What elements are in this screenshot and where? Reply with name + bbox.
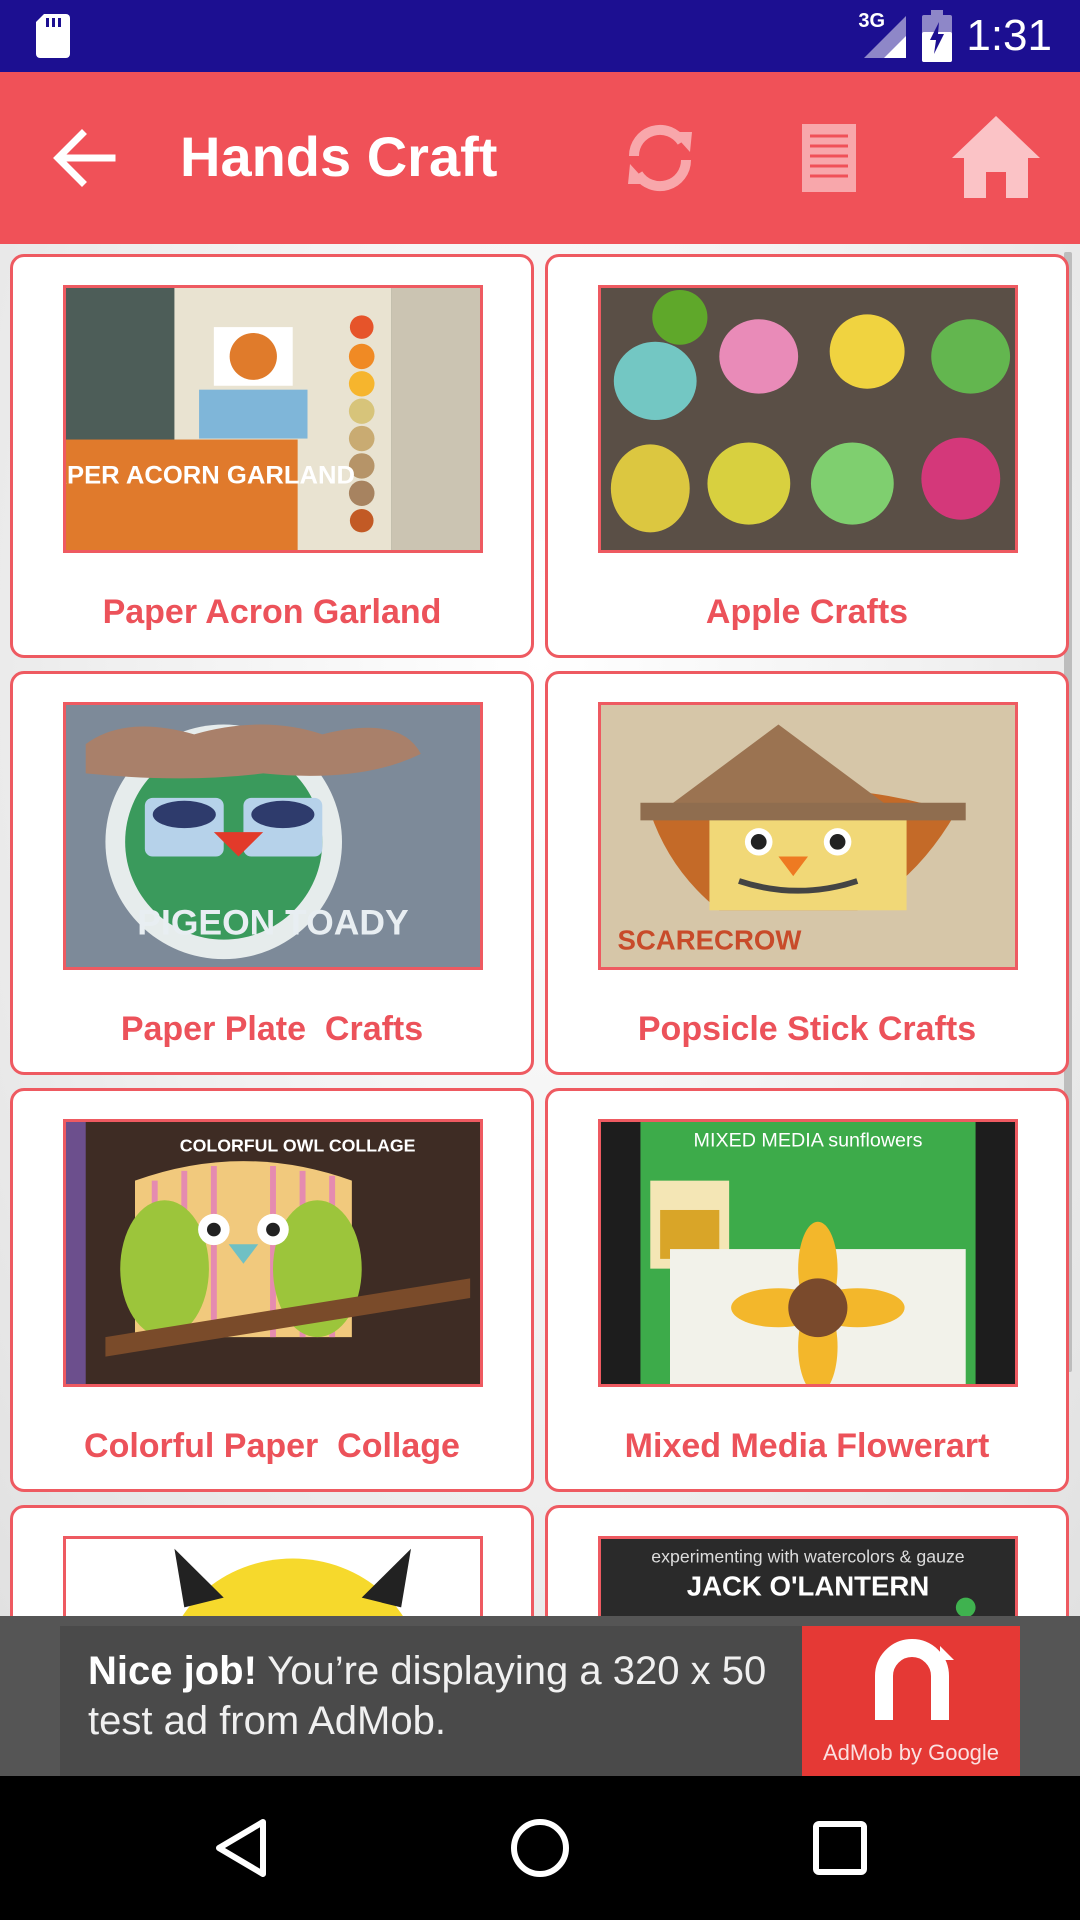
craft-thumbnail — [63, 1536, 483, 1616]
craft-thumbnail: PIGEON TOADY — [63, 702, 483, 970]
craft-label: Apple Crafts — [705, 593, 909, 631]
nav-back-icon[interactable] — [205, 1812, 277, 1884]
craft-label: Popsicle Stick Crafts — [637, 1010, 977, 1048]
ad-brand: AdMob by Google — [822, 1740, 1000, 1765]
craft-label: Paper Acron Garland — [102, 593, 442, 631]
craft-card-apple-crafts[interactable]: Apple Crafts — [545, 254, 1069, 658]
refresh-icon[interactable] — [612, 110, 708, 206]
back-arrow-icon[interactable] — [52, 126, 118, 190]
status-bar: 3G 1:31 — [0, 0, 1080, 72]
craft-grid: PAPER ACORN GARLAND Paper Acron Garland … — [0, 244, 1080, 1616]
sd-card-icon — [36, 14, 70, 58]
thumb-text: MIXED MEDIA sunflowers — [694, 1130, 923, 1152]
thumb-text: PIGEON TOADY — [137, 904, 408, 943]
ad-content[interactable]: Nice job! You’re displaying a 320 x 50 t… — [60, 1626, 1020, 1776]
craft-card-pikachu[interactable] — [10, 1505, 534, 1616]
craft-thumbnail: MIXED MEDIA sunflowers — [598, 1119, 1018, 1387]
craft-label: Colorful Paper Collage — [84, 1427, 460, 1465]
page-title: Hands Craft — [180, 125, 498, 188]
nav-home-icon[interactable] — [504, 1812, 576, 1884]
signal-icon: 3G — [858, 10, 908, 60]
thumb-text: COLORFUL OWL COLLAGE — [180, 1135, 416, 1155]
craft-label: Paper Plate Crafts — [120, 1010, 424, 1048]
battery-icon — [922, 10, 953, 62]
clock: 1:31 — [966, 11, 1052, 60]
admob-logo: AdMob by Google — [802, 1626, 1020, 1776]
craft-card-colorful-paper-collage[interactable]: COLORFUL OWL COLLAGE Colorful Paper Coll… — [10, 1088, 534, 1492]
craft-card-mixed-media-flowerart[interactable]: MIXED MEDIA sunflowers Mixed Media Flowe… — [545, 1088, 1069, 1492]
craft-thumbnail: experimenting with watercolors & gauze J… — [598, 1536, 1018, 1616]
home-icon[interactable] — [948, 110, 1044, 206]
craft-card-paper-acron-garland[interactable]: PAPER ACORN GARLAND Paper Acron Garland — [10, 254, 534, 658]
craft-card-jack-olantern[interactable]: experimenting with watercolors & gauze J… — [545, 1505, 1069, 1616]
craft-card-popsicle-stick-crafts[interactable]: SCARECROW Popsicle Stick Crafts — [545, 671, 1069, 1075]
craft-thumbnail — [598, 285, 1018, 553]
thumb-text: experimenting with watercolors & gauze — [651, 1547, 965, 1567]
thumb-text: JACK O'LANTERN — [687, 1571, 930, 1602]
thumb-text: PAPER ACORN GARLAND — [66, 462, 355, 490]
nav-recents-icon[interactable] — [804, 1812, 876, 1884]
craft-card-paper-plate-crafts[interactable]: PIGEON TOADY Paper Plate Crafts — [10, 671, 534, 1075]
ad-text: Nice job! You’re displaying a 320 x 50 t… — [88, 1646, 828, 1746]
ad-banner[interactable]: Nice job! You’re displaying a 320 x 50 t… — [0, 1616, 1080, 1776]
admob-icon — [875, 1639, 954, 1720]
craft-label: Mixed Media Flowerart — [624, 1427, 990, 1465]
craft-thumbnail: COLORFUL OWL COLLAGE — [63, 1119, 483, 1387]
craft-thumbnail: PAPER ACORN GARLAND — [63, 285, 483, 553]
list-icon[interactable] — [780, 110, 876, 206]
craft-thumbnail: SCARECROW — [598, 702, 1018, 970]
ad-bold-text: Nice job! — [88, 1649, 257, 1693]
app-bar: Hands Craft — [0, 72, 1080, 244]
thumb-text: SCARECROW — [617, 925, 801, 956]
system-nav-bar — [0, 1776, 1080, 1920]
